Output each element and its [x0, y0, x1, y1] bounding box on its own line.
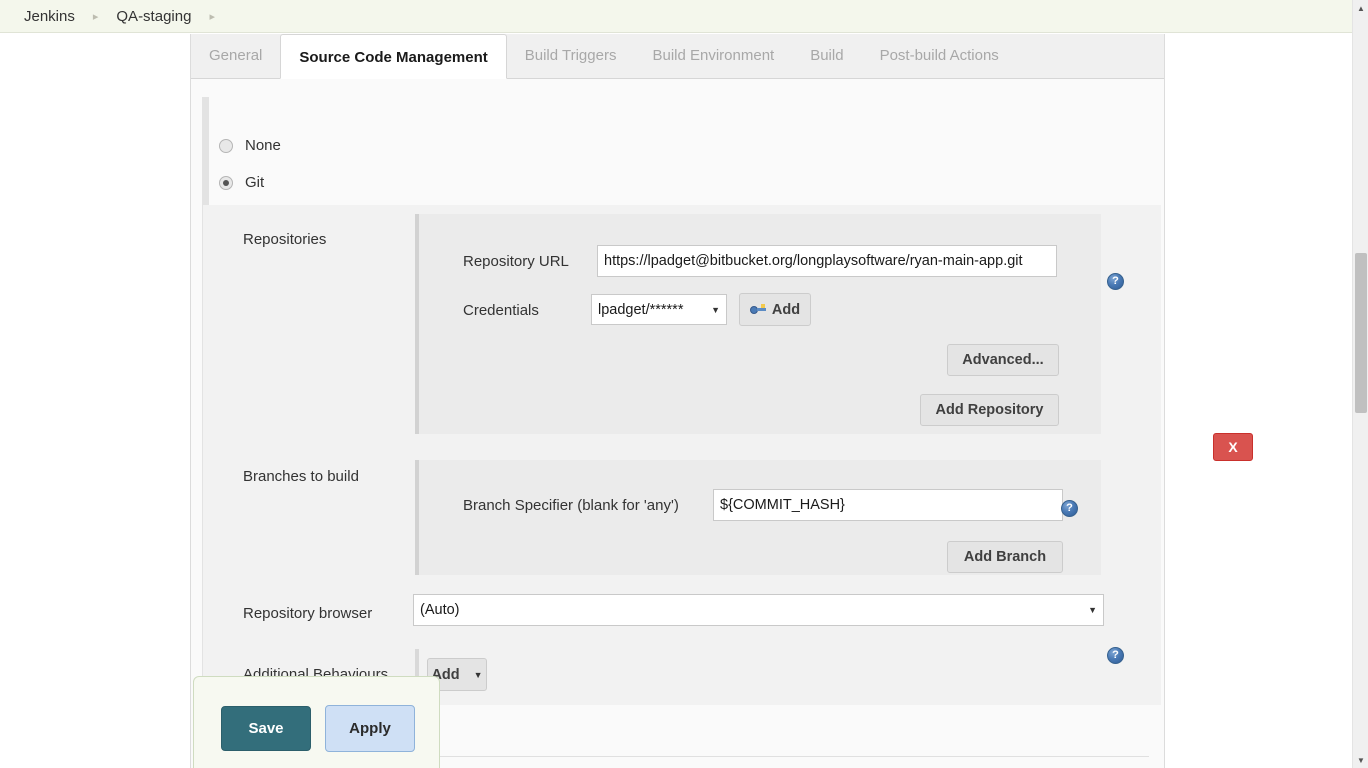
- tab-source-code-management[interactable]: Source Code Management: [280, 34, 507, 79]
- branch-specifier-input[interactable]: ${COMMIT_HASH}: [713, 489, 1063, 521]
- repositories-section-label: Repositories: [243, 231, 327, 248]
- scrollbar-thumb[interactable]: [1355, 253, 1367, 413]
- add-branch-button[interactable]: Add Branch: [947, 541, 1063, 573]
- save-button[interactable]: Save: [221, 706, 311, 751]
- repository-url-label: Repository URL: [463, 253, 569, 270]
- chevron-down-icon: ▼: [711, 304, 720, 315]
- tab-general[interactable]: General: [191, 34, 280, 78]
- scroll-down-arrow-icon[interactable]: ▼: [1353, 752, 1368, 768]
- tab-build-triggers[interactable]: Build Triggers: [507, 34, 635, 78]
- repository-browser-label: Repository browser: [243, 605, 373, 622]
- config-tab-bar: General Source Code Management Build Tri…: [191, 34, 1164, 79]
- branch-panel: X Branch Specifier (blank for 'any') ${C…: [415, 433, 1253, 575]
- repositories-help-icon[interactable]: ?: [1107, 273, 1124, 290]
- repository-panel: Repository URL https://lpadget@bitbucket…: [415, 214, 1101, 434]
- branch-specifier-label: Branch Specifier (blank for 'any'): [463, 497, 679, 514]
- credentials-selected-value: lpadget/******: [598, 301, 684, 318]
- breadcrumb-item-jenkins[interactable]: Jenkins: [24, 8, 75, 25]
- repository-browser-selected-value: (Auto): [420, 602, 460, 618]
- add-repository-button[interactable]: Add Repository: [920, 394, 1059, 426]
- credentials-select[interactable]: lpadget/****** ▼: [591, 294, 727, 325]
- page-scrollbar[interactable]: ▲ ▼: [1352, 0, 1368, 768]
- scm-option-git[interactable]: Git: [219, 174, 264, 191]
- radio-none[interactable]: [219, 138, 233, 153]
- advanced-button[interactable]: Advanced...: [947, 344, 1059, 376]
- tab-build[interactable]: Build: [792, 34, 861, 78]
- jenkins-job-config-page: Jenkins ▸ QA-staging ▸ General Source Co…: [0, 0, 1368, 768]
- chevron-down-icon-behaviours: ▼: [473, 669, 483, 680]
- repository-browser-select[interactable]: (Auto) ▼: [413, 594, 1104, 626]
- repository-browser-help-icon[interactable]: ?: [1107, 647, 1124, 664]
- chevron-down-icon-browser: ▼: [1088, 605, 1097, 615]
- scm-config-body: None Git Repositories Repository URL htt…: [191, 79, 1253, 768]
- git-settings-block: Repositories Repository URL https://lpad…: [203, 205, 1253, 705]
- delete-branch-button[interactable]: X: [1213, 433, 1253, 461]
- add-credentials-label: Add: [771, 301, 801, 318]
- key-icon: [749, 303, 766, 316]
- branches-section-label: Branches to build: [243, 468, 359, 485]
- add-credentials-button[interactable]: Add: [739, 293, 811, 326]
- radio-git[interactable]: [219, 175, 233, 190]
- scm-option-git-label: Git: [245, 174, 265, 191]
- breadcrumb-item-qa-staging[interactable]: QA-staging: [116, 8, 191, 25]
- tab-post-build-actions[interactable]: Post-build Actions: [862, 34, 1017, 78]
- apply-button[interactable]: Apply: [325, 705, 415, 752]
- branch-specifier-help-icon[interactable]: ?: [1061, 500, 1078, 517]
- scm-option-none-label: None: [245, 137, 281, 154]
- config-form-panel: General Source Code Management Build Tri…: [190, 34, 1253, 768]
- credentials-label: Credentials: [463, 302, 539, 319]
- breadcrumb-separator-icon: ▸: [92, 10, 99, 23]
- scroll-up-arrow-icon[interactable]: ▲: [1353, 0, 1368, 16]
- tab-build-environment[interactable]: Build Environment: [634, 34, 792, 78]
- scm-option-none[interactable]: None: [219, 137, 281, 154]
- breadcrumb: Jenkins ▸ QA-staging ▸: [0, 0, 1352, 33]
- breadcrumb-separator-icon-2: ▸: [209, 10, 215, 23]
- repository-url-input[interactable]: https://lpadget@bitbucket.org/longplayso…: [597, 245, 1057, 277]
